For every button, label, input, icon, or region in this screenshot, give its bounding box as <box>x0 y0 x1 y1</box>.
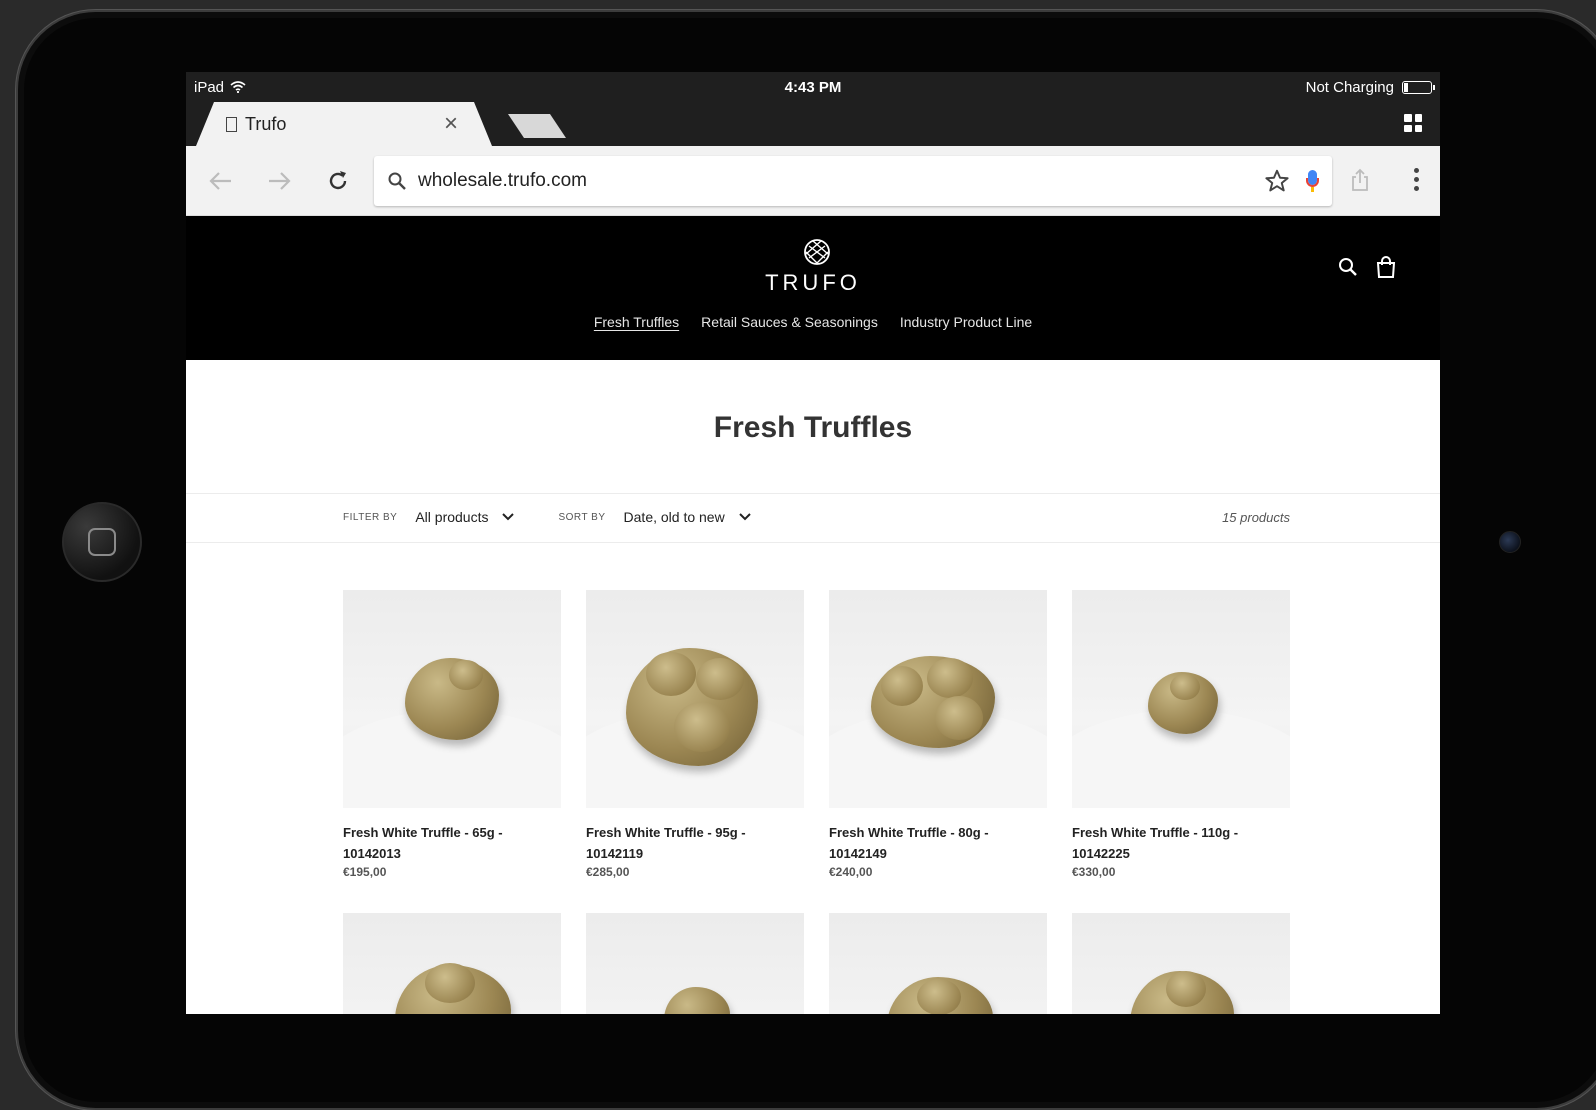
browser-toolbar: wholesale.trufo.com <box>186 146 1440 216</box>
battery-level-fill <box>1404 82 1409 92</box>
main-nav: Fresh Truffles Retail Sauces & Seasoning… <box>186 314 1440 330</box>
product-price: €240,00 <box>829 865 873 879</box>
product-card[interactable] <box>586 913 804 1014</box>
screen: iPad 4:43 PM Not Charging Trufo × wholes… <box>186 72 1440 1014</box>
share-icon[interactable] <box>1350 168 1370 192</box>
site-header: TRUFO Fresh Truffles Retail Sauces & Sea… <box>186 216 1440 360</box>
status-bar: iPad 4:43 PM Not Charging <box>186 72 1440 102</box>
front-camera <box>1499 531 1521 553</box>
wifi-icon <box>230 81 246 93</box>
product-name[interactable]: Fresh White Truffle - 65g - 10142013 <box>343 822 561 864</box>
product-image[interactable] <box>343 913 561 1014</box>
nav-item-retail-sauces[interactable]: Retail Sauces & Seasonings <box>701 314 878 330</box>
back-arrow-icon[interactable] <box>204 164 238 198</box>
product-card[interactable] <box>829 913 1047 1014</box>
product-card[interactable]: Fresh White Truffle - 80g - 10142149 €24… <box>829 590 1047 879</box>
tab-switcher-icon[interactable] <box>1404 114 1422 132</box>
divider <box>186 542 1440 543</box>
battery-status-text: Not Charging <box>1305 78 1394 96</box>
forward-arrow-icon[interactable] <box>262 164 296 198</box>
product-price: €285,00 <box>586 865 630 879</box>
product-card[interactable] <box>343 913 561 1014</box>
tab-bar: Trufo × <box>186 102 1440 146</box>
browser-tab[interactable]: Trufo × <box>196 102 492 146</box>
product-price: €195,00 <box>343 865 387 879</box>
trufo-logo-icon[interactable] <box>803 238 831 266</box>
reload-icon[interactable] <box>321 164 355 198</box>
product-card[interactable]: Fresh White Truffle - 95g - 10142119 €28… <box>586 590 804 879</box>
filter-bar: FILTER BY All products SORT BY Date, old… <box>343 504 1290 530</box>
more-vert-icon[interactable] <box>1414 168 1420 191</box>
home-button[interactable] <box>62 502 142 582</box>
product-card[interactable]: Fresh White Truffle - 65g - 10142013 €19… <box>343 590 561 879</box>
product-image[interactable] <box>1072 590 1290 808</box>
chevron-down-icon <box>502 513 515 521</box>
product-count: 15 products <box>1222 509 1290 525</box>
product-image[interactable] <box>343 590 561 808</box>
shopping-bag-icon[interactable] <box>1376 256 1396 278</box>
bookmark-star-icon[interactable] <box>1264 168 1290 194</box>
product-image[interactable] <box>586 913 804 1014</box>
divider <box>186 493 1440 494</box>
sort-select[interactable]: Date, old to new <box>624 509 751 525</box>
document-icon <box>226 116 237 132</box>
product-image[interactable] <box>1072 913 1290 1014</box>
close-icon[interactable]: × <box>444 112 458 136</box>
device-label: iPad <box>194 78 225 96</box>
product-name[interactable]: Fresh White Truffle - 95g - 10142119 <box>586 822 804 864</box>
page-title: Fresh Truffles <box>713 411 913 444</box>
battery-icon <box>1402 80 1435 94</box>
url-text[interactable]: wholesale.trufo.com <box>418 170 1264 192</box>
product-price: €330,00 <box>1072 865 1116 879</box>
filter-label: FILTER BY <box>343 511 398 523</box>
product-image[interactable] <box>829 590 1047 808</box>
logo-text[interactable]: TRUFO <box>186 270 1440 296</box>
chevron-down-icon <box>738 513 751 521</box>
product-card[interactable]: Fresh White Truffle - 110g - 10142225 €3… <box>1072 590 1290 879</box>
filter-value: All products <box>415 509 489 525</box>
product-card[interactable] <box>1072 913 1290 1014</box>
product-image[interactable] <box>586 590 804 808</box>
nav-item-fresh-truffles[interactable]: Fresh Truffles <box>594 314 679 330</box>
search-icon <box>388 172 406 190</box>
filter-select[interactable]: All products <box>415 509 515 525</box>
product-image[interactable] <box>829 913 1047 1014</box>
sort-value: Date, old to new <box>623 509 725 525</box>
tab-title: Trufo <box>245 113 287 134</box>
search-icon[interactable] <box>1338 257 1358 277</box>
url-bar[interactable]: wholesale.trufo.com <box>374 156 1332 206</box>
sort-label: SORT BY <box>558 511 606 523</box>
microphone-icon[interactable] <box>1306 170 1319 192</box>
product-name[interactable]: Fresh White Truffle - 80g - 10142149 <box>829 822 1047 864</box>
product-name[interactable]: Fresh White Truffle - 110g - 10142225 <box>1072 822 1290 864</box>
clock: 4:43 PM <box>784 78 842 96</box>
new-tab-button[interactable] <box>508 114 566 138</box>
nav-item-industry-products[interactable]: Industry Product Line <box>900 314 1032 330</box>
